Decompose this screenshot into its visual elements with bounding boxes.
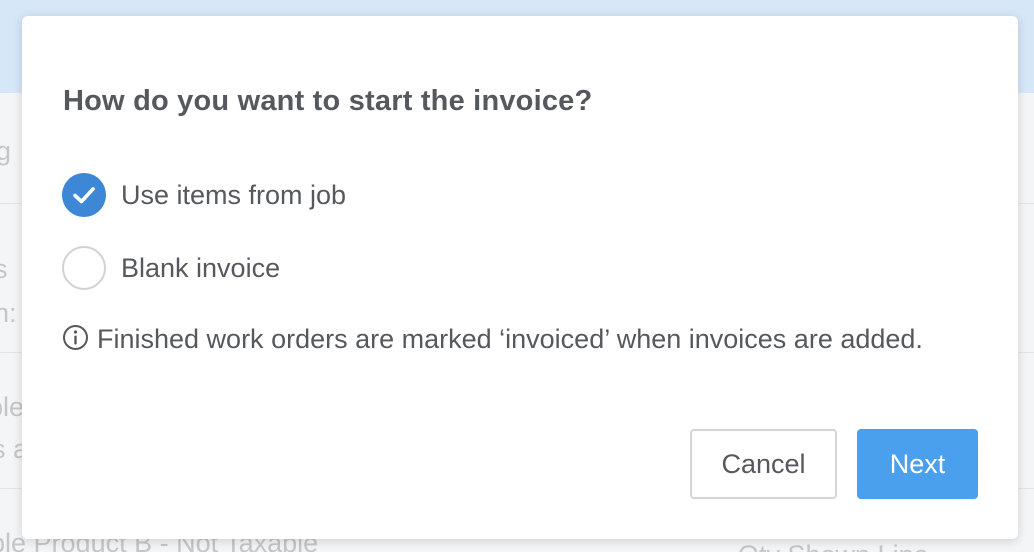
- info-icon: [63, 325, 88, 350]
- background-text: Qty Shown Line: [738, 542, 929, 552]
- option-use-items-from-job[interactable]: Use items from job: [62, 173, 346, 217]
- option-label: Use items from job: [121, 179, 347, 210]
- background-text: h:: [0, 298, 17, 328]
- dialog-title: How do you want to start the invoice?: [63, 85, 593, 117]
- start-invoice-dialog: How do you want to start the invoice? Us…: [22, 16, 1018, 539]
- option-blank-invoice[interactable]: Blank invoice: [62, 246, 280, 290]
- background-text: ple: [0, 392, 25, 422]
- info-text: Finished work orders are marked ‘invoice…: [97, 324, 923, 354]
- info-message: Finished work orders are marked ‘invoice…: [62, 319, 942, 360]
- checkmark-icon: [73, 187, 95, 204]
- radio-unchecked[interactable]: [62, 246, 106, 290]
- option-label: Blank invoice: [121, 252, 281, 283]
- background-text: g: [0, 136, 12, 166]
- radio-checked[interactable]: [62, 173, 106, 217]
- next-button[interactable]: Next: [857, 429, 978, 499]
- cancel-button[interactable]: Cancel: [690, 429, 837, 499]
- background-text: s: [0, 254, 8, 284]
